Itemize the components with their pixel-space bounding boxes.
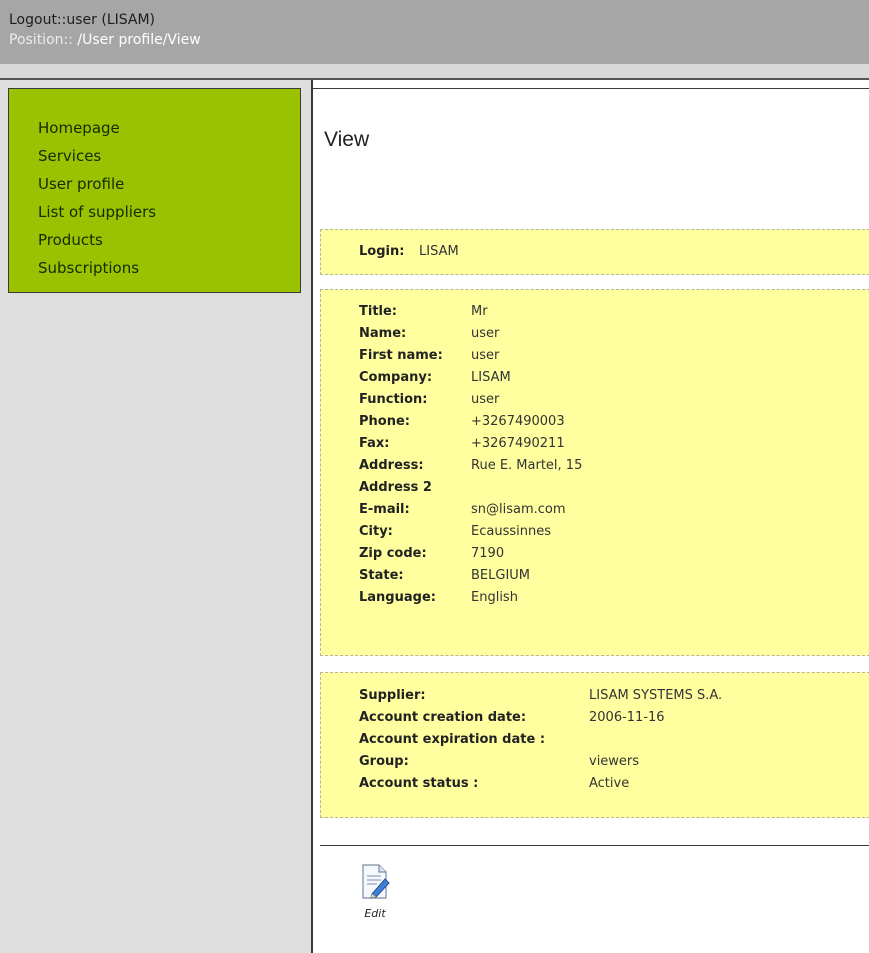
detail-label: First name:: [359, 348, 443, 363]
detail-label: Phone:: [359, 414, 410, 429]
detail-label: City:: [359, 524, 393, 539]
detail-row: Company: LISAM: [321, 367, 869, 389]
account-label: Account status :: [359, 776, 479, 791]
account-value: viewers: [589, 754, 640, 769]
edit-label: Edit: [364, 907, 386, 920]
account-label: Group:: [359, 754, 409, 769]
detail-label: E-mail:: [359, 502, 410, 517]
detail-row: E-mail: sn@lisam.com: [321, 499, 869, 521]
detail-value: BELGIUM: [471, 568, 531, 583]
account-value: LISAM SYSTEMS S.A.: [589, 688, 723, 703]
detail-label: Name:: [359, 326, 407, 341]
detail-value: user: [471, 326, 500, 341]
detail-value: Ecaussinnes: [471, 524, 551, 539]
header-band: [0, 64, 869, 78]
detail-label: Language:: [359, 590, 436, 605]
nav-item-subscriptions[interactable]: Subscriptions: [38, 254, 300, 282]
detail-row: Address 2: [321, 477, 869, 499]
edit-document-icon: [362, 864, 390, 899]
detail-row: Function: user: [321, 389, 869, 411]
position-path: /User profile/View: [72, 32, 201, 48]
detail-label: Zip code:: [359, 546, 427, 561]
nav-item-list-of-suppliers[interactable]: List of suppliers: [38, 198, 300, 226]
account-label: Account expiration date :: [359, 732, 546, 747]
detail-row: City: Ecaussinnes: [321, 521, 869, 543]
nav-item-services[interactable]: Services: [38, 142, 300, 170]
detail-row: Fax: +3267490211: [321, 433, 869, 455]
login-panel: Login: LISAM: [320, 229, 869, 275]
detail-label: State:: [359, 568, 404, 583]
user-details-panel: Title: Mr Name: user First name: user Company:…: [320, 289, 869, 656]
account-row: Supplier: LISAM SYSTEMS S.A.: [321, 685, 869, 707]
nav-item-homepage[interactable]: Homepage: [38, 114, 300, 142]
content-separator: [320, 845, 869, 846]
detail-row: Language: English: [321, 587, 869, 609]
detail-value: user: [471, 392, 500, 407]
nav-menu: Homepage Services User profile List of s…: [8, 88, 301, 293]
detail-label: Title:: [359, 304, 398, 319]
account-value: Active: [589, 776, 630, 791]
detail-label: Address:: [359, 458, 424, 473]
account-value: 2006-11-16: [589, 710, 665, 725]
header-bar: Logout::user (LISAM) Position:: /User pr…: [0, 0, 869, 64]
detail-label: Company:: [359, 370, 433, 385]
account-label: Account creation date:: [359, 710, 527, 725]
page-title: View: [324, 128, 370, 151]
nav-item-products[interactable]: Products: [38, 226, 300, 254]
detail-row: Phone: +3267490003: [321, 411, 869, 433]
account-label: Supplier:: [359, 688, 426, 703]
position-label: Position::: [9, 32, 73, 48]
detail-value: LISAM: [471, 370, 511, 385]
detail-row: First name: user: [321, 345, 869, 367]
account-row: Account creation date: 2006-11-16: [321, 707, 869, 729]
position-breadcrumb: Position:: /User profile/View: [9, 30, 869, 50]
detail-value: sn@lisam.com: [471, 502, 566, 517]
edit-button[interactable]: Edit: [357, 863, 393, 920]
login-label: Login:: [359, 244, 405, 259]
logout-link[interactable]: Logout::user (LISAM): [9, 12, 155, 28]
nav-item-user-profile[interactable]: User profile: [38, 170, 300, 198]
detail-row: Zip code: 7190: [321, 543, 869, 565]
detail-value: user: [471, 348, 500, 363]
detail-row: State: BELGIUM: [321, 565, 869, 587]
sidebar: Homepage Services User profile List of s…: [0, 80, 313, 953]
detail-row: Address: Rue E. Martel, 15: [321, 455, 869, 477]
login-row: Login: LISAM: [321, 241, 869, 263]
main-content: View Login: LISAM Title: Mr Name: user First…: [313, 80, 869, 953]
account-panel: Supplier: LISAM SYSTEMS S.A. Account creat…: [320, 672, 869, 818]
detail-row: Title: Mr: [321, 301, 869, 323]
account-row: Account expiration date :: [321, 729, 869, 751]
detail-label: Function:: [359, 392, 428, 407]
detail-label: Fax:: [359, 436, 390, 451]
detail-value: +3267490211: [471, 436, 565, 451]
content-top-border: [313, 88, 869, 89]
detail-value: +3267490003: [471, 414, 565, 429]
account-row: Group: viewers: [321, 751, 869, 773]
account-row: Account status : Active: [321, 773, 869, 795]
detail-value: 7190: [471, 546, 505, 561]
detail-label: Address 2: [359, 480, 432, 495]
login-value: LISAM: [419, 244, 459, 259]
detail-value: Rue E. Martel, 15: [471, 458, 583, 473]
detail-row: Name: user: [321, 323, 869, 345]
detail-value: Mr: [471, 304, 488, 319]
detail-value: English: [471, 590, 518, 605]
